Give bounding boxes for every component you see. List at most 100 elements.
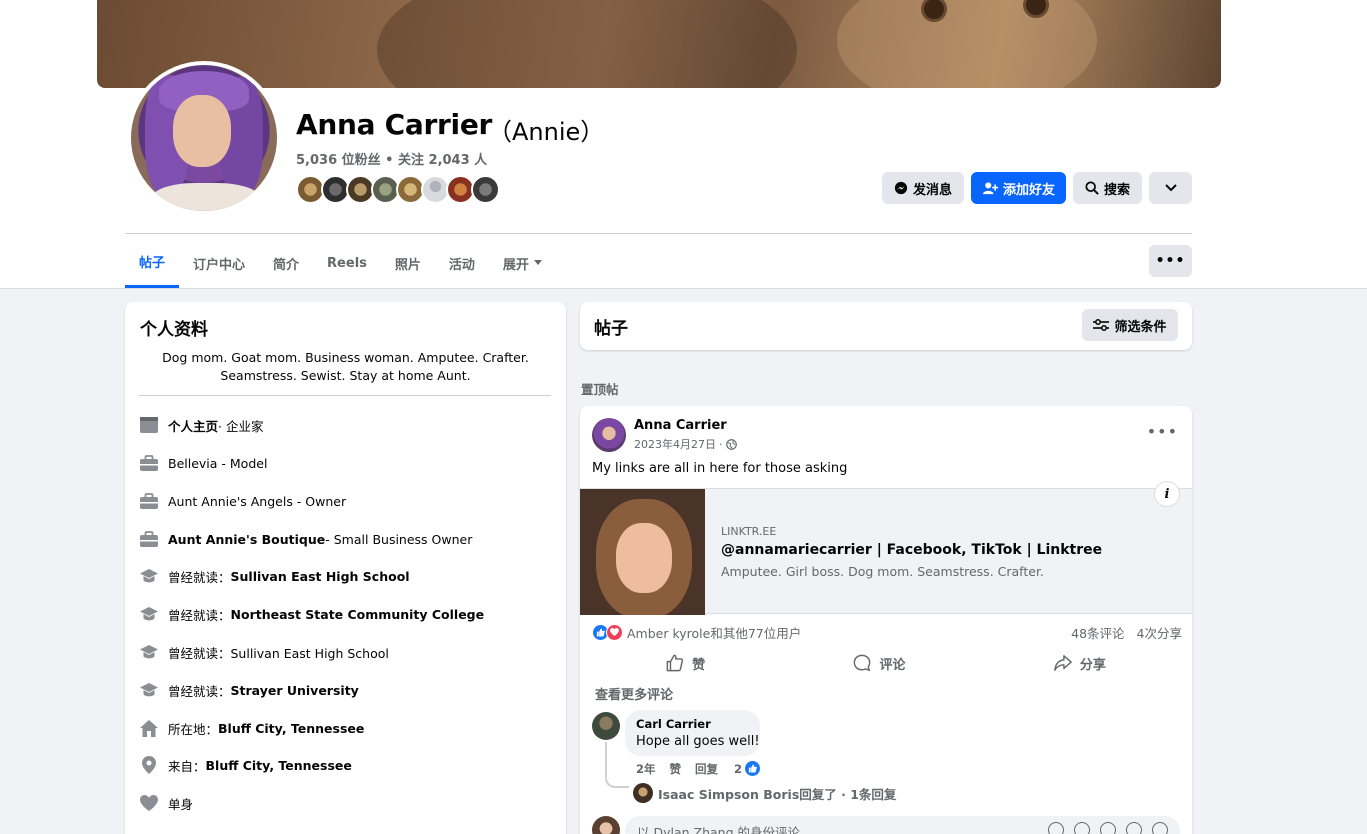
share-count[interactable]: 4次分享 bbox=[1137, 623, 1182, 642]
graduation-cap-icon bbox=[139, 680, 159, 700]
intro-card: 个人资料 Dog mom. Goat mom. Business woman. … bbox=[125, 302, 566, 834]
globe-icon bbox=[725, 438, 737, 450]
like-button[interactable]: 赞 bbox=[646, 646, 725, 680]
comment-reactions[interactable]: 2 bbox=[734, 760, 762, 777]
intro-item-education: 曾经就读：Sullivan East High School bbox=[139, 565, 410, 587]
add-friend-button-label: 添加好友 bbox=[1002, 182, 1055, 198]
add-friend-icon bbox=[982, 182, 998, 195]
header-divider bbox=[125, 233, 1192, 234]
intro-link[interactable]: Sullivan East High School bbox=[231, 569, 410, 584]
intro-link[interactable]: Aunt Annie's Boutique bbox=[168, 532, 325, 547]
post-options-button[interactable]: ••• bbox=[1147, 422, 1178, 441]
graduation-cap-icon bbox=[139, 566, 159, 586]
caret-down-icon bbox=[533, 260, 542, 265]
comment-button[interactable]: 评论 bbox=[833, 646, 925, 680]
replier-avatar bbox=[633, 783, 653, 803]
intro-bio: Dog mom. Goat mom. Business woman. Amput… bbox=[162, 350, 529, 383]
posts-title: 帖子 bbox=[594, 319, 628, 339]
tab-posts[interactable]: 帖子 bbox=[125, 238, 180, 288]
cover-photo[interactable] bbox=[97, 0, 1221, 88]
thumbs-up-icon bbox=[666, 654, 684, 672]
post-author-avatar[interactable] bbox=[592, 418, 626, 452]
link-title: @annamariecarrier | Facebook, TikTok | L… bbox=[721, 542, 1103, 558]
intro-link[interactable]: Bluff City, Tennessee bbox=[206, 758, 352, 773]
intro-divider bbox=[139, 395, 551, 396]
intro-title: 个人资料 bbox=[140, 320, 208, 340]
intro-link[interactable]: Strayer University bbox=[231, 683, 359, 698]
tab-subscriber-hub[interactable]: 订户中心 bbox=[179, 238, 259, 288]
location-pin-icon bbox=[139, 755, 159, 775]
friend-avatar[interactable] bbox=[471, 175, 500, 204]
graduation-cap-icon bbox=[139, 642, 159, 662]
intro-item-education: 曾经就读： Northeast State Community College bbox=[139, 603, 484, 625]
filter-button[interactable]: 筛选条件 bbox=[1082, 309, 1178, 341]
search-button-label: 搜索 bbox=[1103, 182, 1130, 198]
pinned-post-label: 置顶帖 bbox=[581, 382, 619, 397]
view-more-comments-link[interactable]: 查看更多评论 bbox=[595, 684, 673, 703]
intro-link[interactable]: Northeast State Community College bbox=[231, 607, 485, 622]
tab-photos[interactable]: 照片 bbox=[381, 238, 435, 288]
link-preview-image bbox=[580, 489, 705, 615]
comment-input[interactable]: 以 Dylan Zhang 的身份评论 bbox=[625, 816, 1180, 834]
share-arrow-icon bbox=[1053, 655, 1072, 671]
message-button[interactable]: 发消息 bbox=[882, 172, 964, 204]
intro-item-page: 个人主页 · 企业家 bbox=[139, 414, 263, 436]
engagement-counts: 48条评论 4次分享 bbox=[1071, 622, 1182, 642]
link-preview[interactable]: LINKTR.EE @annamariecarrier | Facebook, … bbox=[580, 488, 1192, 615]
comment-bubble-icon bbox=[854, 654, 871, 672]
share-button[interactable]: 分享 bbox=[1034, 646, 1126, 680]
graduation-cap-icon bbox=[139, 604, 159, 624]
current-user-avatar bbox=[592, 816, 620, 834]
avatar-sticker-icon[interactable] bbox=[1048, 822, 1064, 834]
add-friend-button[interactable]: 添加好友 bbox=[971, 172, 1066, 204]
post-timestamp[interactable]: 2023年4月27日 · bbox=[634, 436, 737, 452]
briefcase-icon bbox=[139, 529, 159, 549]
posts-header-card: 帖子 筛选条件 bbox=[580, 302, 1192, 350]
comment-input-placeholder: 以 Dylan Zhang 的身份评论 bbox=[637, 825, 801, 834]
link-description: Amputee. Girl boss. Dog mom. Seamstress.… bbox=[721, 564, 1044, 579]
intro-item-education: 曾经就读： Strayer University bbox=[139, 679, 359, 701]
link-domain: LINKTR.EE bbox=[721, 525, 777, 538]
tab-about[interactable]: 简介 bbox=[259, 238, 313, 288]
intro-item-education: 曾经就读：Sullivan East High School bbox=[139, 641, 389, 663]
tab-reels[interactable]: Reels bbox=[313, 238, 381, 288]
emoji-icon[interactable] bbox=[1074, 822, 1090, 834]
composer-tools bbox=[1048, 822, 1168, 834]
commenter-name[interactable]: Carl Carrier bbox=[636, 717, 711, 731]
reaction-summary[interactable]: Amber kyrole和其他77位用户 bbox=[592, 622, 801, 642]
post-author-name[interactable]: Anna Carrier bbox=[634, 418, 727, 433]
more-dots-icon: ••• bbox=[1155, 253, 1186, 269]
tabs-more-options-button[interactable]: ••• bbox=[1149, 245, 1192, 277]
thread-line bbox=[605, 742, 629, 788]
love-reaction-icon bbox=[606, 623, 623, 641]
gif-icon[interactable] bbox=[1126, 822, 1142, 834]
view-replies-link[interactable]: Isaac Simpson Boris回复了 · 1条回复 bbox=[633, 783, 896, 803]
comment-age[interactable]: 2年 bbox=[636, 761, 656, 777]
intro-item-current-city: 所在地： Bluff City, Tennessee bbox=[139, 717, 364, 739]
home-icon bbox=[139, 718, 159, 738]
profile-dropdown-button[interactable] bbox=[1149, 172, 1192, 204]
intro-item-work: Bellevia - Model bbox=[139, 452, 267, 474]
heart-icon bbox=[139, 793, 159, 813]
intro-item-hometown: 来自： Bluff City, Tennessee bbox=[139, 754, 352, 776]
tab-more[interactable]: 展开 bbox=[489, 238, 557, 288]
comment-like-link[interactable]: 赞 bbox=[670, 761, 682, 777]
tab-events[interactable]: 活动 bbox=[435, 238, 489, 288]
comment-bubble: Carl Carrier Hope all goes well! bbox=[625, 710, 760, 756]
filter-button-label: 筛选条件 bbox=[1114, 319, 1167, 335]
camera-icon[interactable] bbox=[1100, 822, 1116, 834]
message-button-label: 发消息 bbox=[912, 182, 952, 198]
search-button[interactable]: 搜索 bbox=[1073, 172, 1142, 204]
info-icon[interactable]: i bbox=[1154, 481, 1180, 507]
friend-avatars[interactable] bbox=[296, 175, 500, 204]
comment-text: Hope all goes well! bbox=[636, 734, 760, 749]
intro-link[interactable]: Bluff City, Tennessee bbox=[218, 721, 364, 736]
commenter-avatar[interactable] bbox=[592, 712, 620, 740]
profile-avatar[interactable] bbox=[127, 61, 281, 215]
sticker-icon[interactable] bbox=[1152, 822, 1168, 834]
like-reaction-icon bbox=[744, 760, 762, 777]
comment-count[interactable]: 48条评论 bbox=[1071, 623, 1124, 642]
comment-reply-link[interactable]: 回复 bbox=[695, 761, 718, 777]
follower-stats[interactable]: 5,036 位粉丝 • 关注 2,043 人 bbox=[296, 149, 487, 168]
pinned-post: Anna Carrier 2023年4月27日 · ••• My links ar… bbox=[580, 406, 1192, 834]
